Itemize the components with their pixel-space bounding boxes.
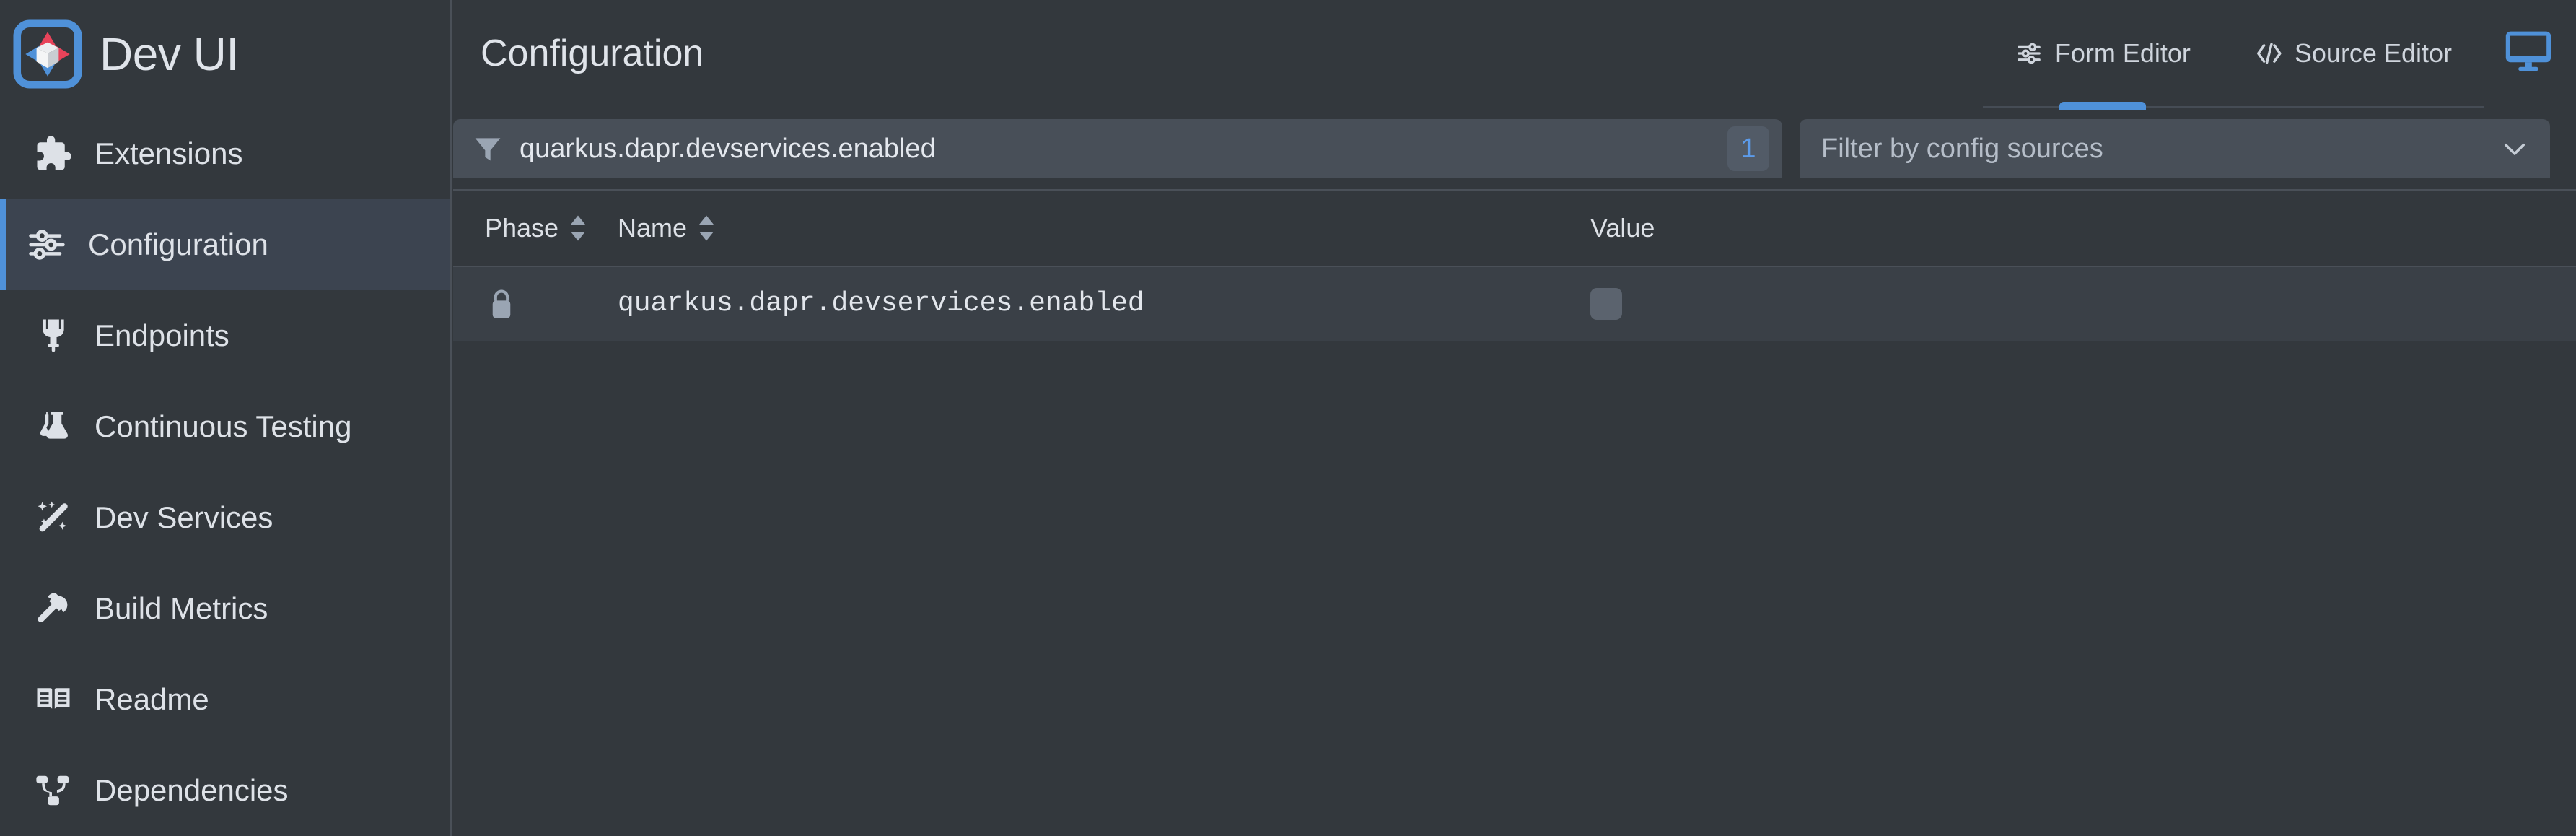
- tab-source-editor[interactable]: Source Editor: [2222, 0, 2484, 108]
- sidebar-item-label: Dev Services: [95, 500, 273, 534]
- sort-updown-icon[interactable]: [697, 214, 716, 243]
- sidebar-item-dependencies[interactable]: Dependencies: [0, 745, 450, 836]
- config-table: Phase Name Value quarkus.dapr.devservice…: [453, 189, 2576, 836]
- editor-tabs: Form Editor Source Editor: [1982, 0, 2484, 108]
- config-filter-value: quarkus.dapr.devservices.enabled: [520, 135, 936, 162]
- code-tags-icon: [2254, 39, 2283, 68]
- table-header-row: Phase Name Value: [453, 191, 2576, 267]
- column-header-phase[interactable]: Phase: [453, 214, 618, 243]
- column-header-name[interactable]: Name: [618, 214, 1590, 243]
- sidebar-item-extensions[interactable]: Extensions: [0, 108, 450, 199]
- sort-updown-icon[interactable]: [569, 214, 587, 243]
- column-header-label: Value: [1590, 213, 1655, 243]
- puzzle-piece-icon: [32, 133, 74, 175]
- sidebar-item-label: Build Metrics: [95, 591, 268, 625]
- filter-match-count: 1: [1727, 126, 1769, 171]
- sliders-icon: [2015, 39, 2043, 68]
- row-value-cell: [1590, 288, 2023, 320]
- tab-label: Form Editor: [2054, 38, 2191, 68]
- flask-icon: [32, 406, 74, 448]
- config-filter-input[interactable]: quarkus.dapr.devservices.enabled 1: [453, 119, 1782, 178]
- sidebar-item-configuration[interactable]: Configuration: [0, 199, 450, 290]
- filter-row: quarkus.dapr.devservices.enabled 1 Filte…: [453, 108, 2576, 189]
- column-header-label: Name: [618, 213, 688, 243]
- chevron-down-icon[interactable]: [2500, 134, 2530, 164]
- sidebar-item-label: Endpoints: [95, 318, 229, 352]
- tab-form-editor[interactable]: Form Editor: [1983, 0, 2222, 108]
- app-root: Dev UI Extensions Configuration Endpoint…: [0, 0, 2576, 836]
- config-sources-placeholder: Filter by config sources: [1821, 134, 2103, 164]
- value-checkbox[interactable]: [1590, 288, 1622, 320]
- monitor-icon[interactable]: [2494, 16, 2563, 85]
- sidebar-item-label: Dependencies: [95, 773, 289, 807]
- config-property-name: quarkus.dapr.devservices.enabled: [618, 288, 1144, 319]
- sidebar-item-readme[interactable]: Readme: [0, 654, 450, 745]
- sidebar-item-continuous-testing[interactable]: Continuous Testing: [0, 381, 450, 472]
- page-title: Configuration: [481, 32, 704, 74]
- main-content: Configuration Form Editor Source Editor …: [452, 0, 2576, 836]
- funnel-icon: [472, 133, 504, 165]
- tab-label: Source Editor: [2294, 38, 2452, 68]
- sidebar-item-build-metrics[interactable]: Build Metrics: [0, 563, 450, 654]
- sidebar: Dev UI Extensions Configuration Endpoint…: [0, 0, 452, 836]
- row-name-cell: quarkus.dapr.devservices.enabled: [618, 290, 1590, 318]
- quarkus-logo-icon: [13, 19, 82, 89]
- brand-header[interactable]: Dev UI: [0, 0, 450, 108]
- sliders-icon: [26, 224, 68, 266]
- column-header-label: Phase: [485, 213, 559, 243]
- sidebar-item-label: Extensions: [95, 136, 243, 170]
- sidebar-item-label: Readme: [95, 682, 209, 716]
- sidebar-item-dev-services[interactable]: Dev Services: [0, 472, 450, 563]
- magic-wand-icon: [32, 497, 74, 539]
- row-phase-cell: [453, 287, 618, 321]
- sitemap-icon: [32, 770, 74, 811]
- hammer-icon: [32, 588, 74, 630]
- sidebar-item-label: Configuration: [88, 227, 268, 261]
- brand-title: Dev UI: [100, 28, 239, 80]
- sidebar-item-label: Continuous Testing: [95, 409, 352, 443]
- sidebar-nav: Extensions Configuration Endpoints Conti…: [0, 108, 450, 836]
- table-empty-space: [453, 341, 2576, 836]
- open-book-icon: [32, 679, 74, 720]
- top-bar: Configuration Form Editor Source Editor: [452, 0, 2576, 108]
- config-sources-filter[interactable]: Filter by config sources: [1800, 119, 2550, 178]
- lock-icon: [485, 287, 518, 321]
- table-row: quarkus.dapr.devservices.enabled: [453, 267, 2576, 341]
- column-header-value: Value: [1590, 215, 2023, 241]
- plug-icon: [32, 315, 74, 357]
- sidebar-item-endpoints[interactable]: Endpoints: [0, 290, 450, 381]
